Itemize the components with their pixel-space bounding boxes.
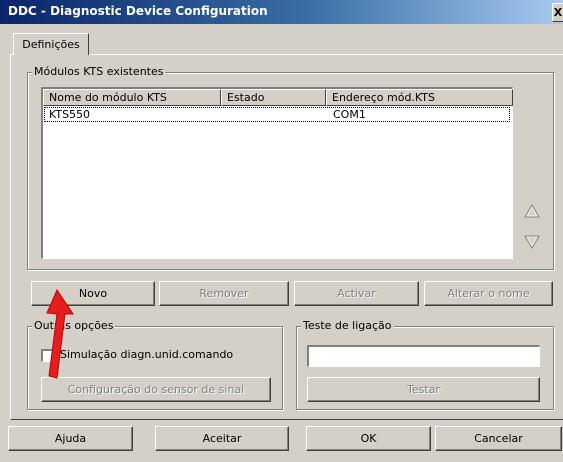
column-header-name-label: Nome do módulo KTS [49, 91, 167, 104]
window-title: DDC - Diagnostic Device Configuration [8, 4, 268, 18]
module-name-cell: KTS550 [49, 108, 91, 121]
remove-module-button[interactable]: Remover [159, 281, 289, 306]
move-down-icon[interactable] [523, 233, 541, 251]
move-up-icon[interactable] [523, 202, 541, 220]
connection-test-input[interactable] [307, 345, 540, 367]
modules-group-title: Módulos KTS existentes [32, 65, 166, 78]
ddc-dialog-window: DDC - Diagnostic Device Configuration X … [0, 0, 563, 462]
list-item[interactable]: KTS550 COM1 [44, 107, 510, 122]
tab-definicoes[interactable]: Definições [13, 33, 89, 55]
column-header-state-label: Estado [227, 91, 265, 104]
module-address-cell: COM1 [333, 108, 366, 121]
help-button[interactable]: Ajuda [8, 426, 133, 451]
simulation-checkbox-label[interactable]: Simulação diagn.unid.comando [60, 348, 233, 361]
title-bar[interactable]: DDC - Diagnostic Device Configuration X [0, 0, 563, 24]
column-header-state[interactable]: Estado [221, 89, 326, 106]
accept-button[interactable]: Aceitar [155, 426, 289, 451]
cancel-button[interactable]: Cancelar [435, 426, 562, 451]
tab-definicoes-label: Definições [22, 38, 80, 51]
test-connection-button[interactable]: Testar [307, 377, 540, 402]
ok-button[interactable]: OK [306, 426, 431, 451]
close-icon[interactable]: X [552, 3, 563, 22]
rename-module-button[interactable]: Alterar o nome [424, 281, 553, 306]
column-header-address[interactable]: Endereço mód.KTS [326, 89, 513, 106]
red-pointer-arrow-icon [46, 288, 74, 379]
connection-test-group-title: Teste de ligação [301, 319, 394, 332]
modules-list[interactable]: Nome do módulo KTS Estado Endereço mód.K… [41, 87, 513, 259]
modules-list-header: Nome do módulo KTS Estado Endereço mód.K… [43, 89, 513, 106]
activate-module-button[interactable]: Activar [294, 281, 419, 306]
column-header-address-label: Endereço mód.KTS [332, 91, 435, 104]
column-header-name[interactable]: Nome do módulo KTS [43, 89, 221, 106]
